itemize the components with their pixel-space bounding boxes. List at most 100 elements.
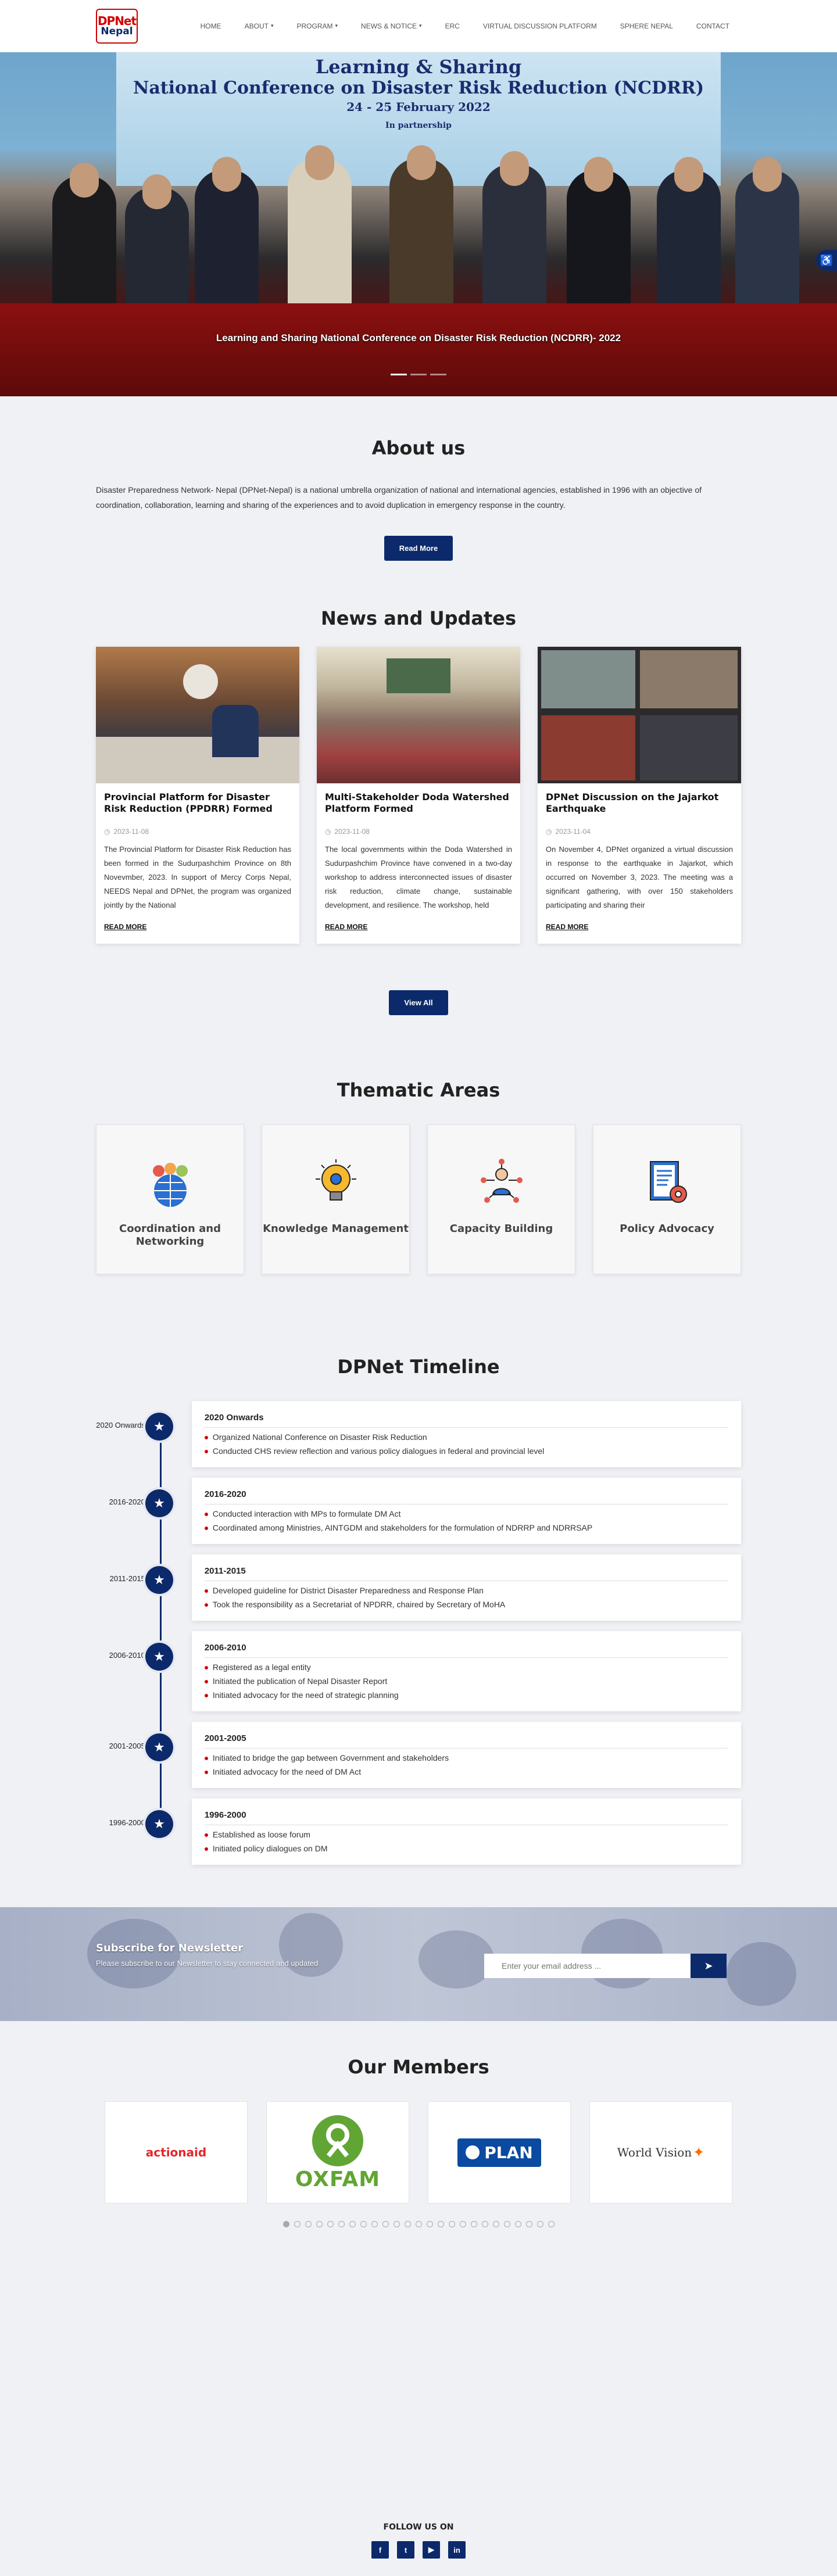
timeline-year: 1996-2000 bbox=[109, 1818, 145, 1827]
nav-home[interactable]: Home bbox=[189, 22, 233, 30]
carousel-dot[interactable] bbox=[437, 2221, 444, 2227]
carousel-dot[interactable] bbox=[548, 2221, 555, 2227]
star-icon: ★ bbox=[145, 1810, 173, 1838]
accessibility-icon[interactable]: ♿ bbox=[816, 250, 837, 271]
news-card[interactable]: Provincial Platform for Disaster Risk Re… bbox=[96, 647, 299, 944]
member-logo-plan[interactable]: PLAN bbox=[428, 2101, 571, 2204]
nav-program[interactable]: Program ▾ bbox=[285, 22, 349, 30]
timeline-heading: 1996-2000 bbox=[204, 1810, 728, 1825]
timeline-item: 2001-2005 ★ 2001-2005 Initiated to bridg… bbox=[96, 1722, 741, 1788]
oxfam-icon bbox=[312, 2115, 363, 2166]
nav-label: ERC bbox=[445, 22, 460, 30]
carousel-dot[interactable] bbox=[327, 2221, 334, 2227]
thematic-card[interactable]: Capacity Building bbox=[427, 1124, 575, 1274]
nav-label: Program bbox=[296, 22, 333, 30]
timeline-point: Initiated advocacy for the need of DM Ac… bbox=[204, 1767, 728, 1776]
timeline-section: DPNet Timeline 2020 Onwards ★ 2020 Onwar… bbox=[0, 1321, 837, 1907]
nav-label: News & Notice bbox=[361, 22, 417, 30]
carousel-dot[interactable] bbox=[371, 2221, 378, 2227]
member-logo-world-vision[interactable]: World Vision ✦ bbox=[589, 2101, 732, 2204]
news-read-more-link[interactable]: READ MORE bbox=[325, 923, 367, 931]
news-date-text: 2023-11-08 bbox=[113, 827, 149, 836]
carousel-dot[interactable] bbox=[525, 2221, 532, 2227]
news-card[interactable]: Multi-Stakeholder Doda Watershed Platfor… bbox=[317, 647, 520, 944]
carousel-dot[interactable] bbox=[338, 2221, 345, 2227]
lightbulb-gear-icon bbox=[307, 1154, 365, 1212]
carousel-dot[interactable] bbox=[360, 2221, 367, 2227]
thematic-label: Policy Advocacy bbox=[620, 1223, 714, 1235]
news-card-title[interactable]: Multi-Stakeholder Doda Watershed Platfor… bbox=[325, 791, 512, 815]
linkedin-icon[interactable]: in bbox=[448, 2541, 466, 2559]
nav-virtual-discussion[interactable]: Virtual Discussion Platform bbox=[471, 22, 609, 30]
carousel-dot[interactable] bbox=[415, 2221, 422, 2227]
timeline-heading: 2006-2010 bbox=[204, 1643, 728, 1658]
nav-news-notice[interactable]: News & Notice ▾ bbox=[349, 22, 434, 30]
hero-slider[interactable]: Learning & Sharing National Conference o… bbox=[0, 52, 837, 396]
carousel-dot[interactable] bbox=[481, 2221, 488, 2227]
nav-sphere-nepal[interactable]: Sphere Nepal bbox=[609, 22, 685, 30]
nav-label: Virtual Discussion Platform bbox=[482, 22, 597, 30]
carousel-dot[interactable] bbox=[404, 2221, 411, 2227]
main-nav: Home About ▾ Program ▾ News & Notice ▾ ERC … bbox=[189, 22, 741, 30]
timeline-point: Coordinated among Ministries, AINTGDM an… bbox=[204, 1523, 728, 1532]
thematic-card[interactable]: Coordination and Networking bbox=[96, 1124, 244, 1274]
carousel-dot[interactable] bbox=[282, 2221, 289, 2227]
carousel-dot[interactable] bbox=[470, 2221, 477, 2227]
twitter-icon[interactable]: t bbox=[397, 2541, 414, 2559]
nav-erc[interactable]: ERC bbox=[434, 22, 471, 30]
members-title: Our Members bbox=[348, 2056, 489, 2078]
timeline-year: 2016-2020 bbox=[109, 1497, 145, 1506]
chevron-down-icon: ▾ bbox=[335, 23, 338, 28]
news-read-more-link[interactable]: READ MORE bbox=[546, 923, 588, 931]
carousel-dot[interactable] bbox=[393, 2221, 400, 2227]
about-text: Disaster Preparedness Network- Nepal (DP… bbox=[96, 485, 702, 510]
timeline-point: Developed guideline for District Disaste… bbox=[204, 1586, 728, 1595]
news-section: News and Updates Provincial Platform for… bbox=[0, 584, 837, 1050]
chevron-down-icon: ▾ bbox=[270, 23, 274, 28]
thematic-label: Capacity Building bbox=[449, 1223, 553, 1235]
facebook-icon[interactable]: f bbox=[371, 2541, 389, 2559]
news-card[interactable]: DPNet Discussion on the Jajarkot Earthqu… bbox=[538, 647, 741, 944]
read-more-button[interactable]: Read More bbox=[384, 536, 453, 561]
nav-contact[interactable]: Contact bbox=[685, 22, 741, 30]
thematic-title: Thematic Areas bbox=[337, 1079, 500, 1101]
slider-dot[interactable] bbox=[430, 374, 446, 375]
timeline-item: 2016-2020 ★ 2016-2020 Conducted interact… bbox=[96, 1478, 741, 1544]
nav-label: Contact bbox=[696, 22, 729, 30]
member-logo-oxfam[interactable]: OXFAM bbox=[266, 2101, 409, 2204]
banner-line-2: National Conference on Disaster Risk Red… bbox=[133, 78, 704, 98]
thematic-section: Thematic Areas Coordination and Networki… bbox=[0, 1050, 837, 1321]
thematic-card[interactable]: Knowledge Management bbox=[262, 1124, 410, 1274]
carousel-dot[interactable] bbox=[459, 2221, 466, 2227]
carousel-dot[interactable] bbox=[536, 2221, 543, 2227]
newsletter-title: Subscribe for Newsletter bbox=[96, 1942, 244, 1954]
carousel-dot[interactable] bbox=[294, 2221, 301, 2227]
clock-icon: ◷ bbox=[546, 827, 552, 836]
carousel-dot[interactable] bbox=[316, 2221, 323, 2227]
email-input[interactable] bbox=[484, 1954, 691, 1978]
carousel-dot[interactable] bbox=[503, 2221, 510, 2227]
slider-dot[interactable] bbox=[391, 374, 407, 375]
timeline-item: 1996-2000 ★ 1996-2000 Established as loo… bbox=[96, 1798, 741, 1865]
carousel-dot[interactable] bbox=[349, 2221, 356, 2227]
dpnet-logo[interactable]: DPNet Nepal bbox=[96, 8, 138, 44]
thematic-card[interactable]: Policy Advocacy bbox=[593, 1124, 741, 1274]
view-all-button[interactable]: View All bbox=[389, 990, 448, 1015]
member-logo-actionaid[interactable]: actionaid bbox=[105, 2101, 248, 2204]
slider-dot[interactable] bbox=[410, 374, 427, 375]
carousel-dot[interactable] bbox=[492, 2221, 499, 2227]
nav-about[interactable]: About ▾ bbox=[233, 22, 285, 30]
carousel-dot[interactable] bbox=[426, 2221, 433, 2227]
news-card-title[interactable]: DPNet Discussion on the Jajarkot Earthqu… bbox=[546, 791, 733, 815]
thematic-label: Knowledge Management bbox=[263, 1223, 409, 1235]
carousel-dot[interactable] bbox=[514, 2221, 521, 2227]
carousel-dot[interactable] bbox=[448, 2221, 455, 2227]
news-card-title[interactable]: Provincial Platform for Disaster Risk Re… bbox=[104, 791, 291, 815]
carousel-dot[interactable] bbox=[305, 2221, 312, 2227]
news-title: News and Updates bbox=[320, 607, 517, 629]
news-image bbox=[96, 647, 299, 783]
carousel-dot[interactable] bbox=[382, 2221, 389, 2227]
subscribe-button[interactable]: ➤ bbox=[691, 1954, 727, 1978]
news-read-more-link[interactable]: READ MORE bbox=[104, 923, 146, 931]
youtube-icon[interactable]: ▶ bbox=[423, 2541, 440, 2559]
